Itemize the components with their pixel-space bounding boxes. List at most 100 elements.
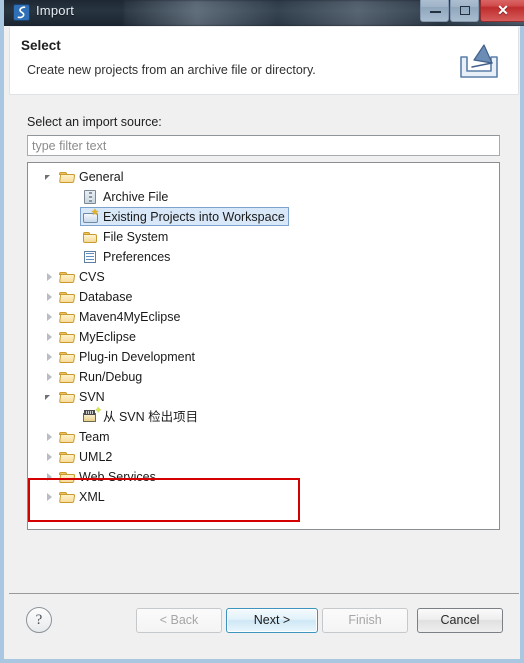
tree-item[interactable]: Maven4MyEclipse: [28, 307, 180, 327]
tree-item[interactable]: SVN: [28, 387, 105, 407]
next-button[interactable]: Next >: [226, 608, 318, 633]
svn-checkout-icon: ✦: [82, 406, 102, 425]
tree-twistie[interactable]: [42, 327, 58, 347]
tree-item-label: Preferences: [103, 250, 171, 264]
tree-twistie[interactable]: [66, 187, 82, 207]
help-icon[interactable]: ?: [26, 607, 52, 633]
chevron-right-icon: [47, 273, 52, 281]
tree-item-label: Archive File: [103, 190, 169, 204]
tree-twistie[interactable]: [42, 367, 58, 387]
chevron-right-icon: [47, 453, 52, 461]
folder-open-icon: [58, 369, 76, 385]
tree-item[interactable]: Existing Projects into Workspace: [28, 207, 289, 227]
tree-item-label: Run/Debug: [79, 370, 143, 384]
tree-item[interactable]: Team: [28, 427, 110, 447]
tree-item[interactable]: Database: [28, 287, 133, 307]
tree-item[interactable]: Preferences: [28, 247, 170, 267]
tree-item-label: File System: [103, 230, 169, 244]
tree-twistie[interactable]: [42, 287, 58, 307]
tree-item[interactable]: Plug-in Development: [28, 347, 195, 367]
back-button[interactable]: < Back: [136, 608, 222, 633]
chevron-right-icon: [47, 293, 52, 301]
title-bar: Import ✕: [4, 0, 524, 26]
tree-item-label: Team: [79, 430, 110, 444]
dialog-banner: Select Create new projects from an archi…: [9, 27, 519, 95]
eclipse-import-icon: [13, 4, 30, 21]
folder-open-icon: [58, 469, 76, 485]
page-description: Create new projects from an archive file…: [27, 63, 316, 77]
project-folder-icon: [82, 208, 100, 225]
tree-item-label: SVN: [79, 390, 105, 404]
tree-item-label: Web Services: [79, 470, 156, 484]
folder-open-icon: [58, 309, 76, 325]
tree-twistie[interactable]: [42, 267, 58, 287]
window-controls: ✕: [419, 0, 524, 22]
folder-open-icon: [58, 169, 76, 185]
tree-item-label: MyEclipse: [79, 330, 136, 344]
tree-twistie[interactable]: [42, 167, 58, 187]
close-icon: ✕: [497, 2, 509, 18]
tree-twistie[interactable]: [42, 467, 58, 487]
folder-open-icon: [58, 269, 76, 285]
tree-item-label: Existing Projects into Workspace: [103, 210, 285, 224]
dialog-footer: ? < Back Next > Finish Cancel: [9, 594, 519, 658]
tree-twistie[interactable]: [42, 487, 58, 507]
folder-open-icon: [58, 449, 76, 465]
import-source-tree[interactable]: General Archive File Existing Projects int…: [27, 162, 500, 530]
tree-item[interactable]: File System: [28, 227, 168, 247]
maximize-button[interactable]: [450, 0, 479, 22]
tree-item-label: General: [79, 170, 124, 184]
tree-twistie[interactable]: [66, 227, 82, 247]
finish-button[interactable]: Finish: [322, 608, 408, 633]
tree-item[interactable]: XML: [28, 487, 105, 507]
dialog-body: Select an import source: General Archive …: [9, 95, 519, 593]
archive-file-icon: [82, 189, 100, 205]
tree-twistie[interactable]: [42, 307, 58, 327]
tree-twistie[interactable]: [66, 207, 82, 227]
import-arrow-icon: [460, 44, 498, 78]
tree-item[interactable]: Archive File: [28, 187, 168, 207]
tree-twistie[interactable]: [42, 447, 58, 467]
tree-item[interactable]: MyEclipse: [28, 327, 136, 347]
folder-open-icon: [58, 349, 76, 365]
filter-input[interactable]: [27, 135, 500, 156]
folder-open-icon: [58, 289, 76, 305]
tree-twistie[interactable]: [66, 247, 82, 267]
import-dialog: Import ✕ Select Create new projects from…: [0, 0, 524, 663]
tree-item[interactable]: Run/Debug: [28, 367, 142, 387]
folder-open-icon: [58, 429, 76, 445]
tree-item[interactable]: Web Services: [28, 467, 156, 487]
cancel-button[interactable]: Cancel: [417, 608, 503, 633]
chevron-right-icon: [47, 333, 52, 341]
tree-item[interactable]: ✦ 从 SVN 检出项目: [28, 406, 199, 427]
tree-twistie[interactable]: [42, 427, 58, 447]
import-source-label: Select an import source:: [27, 115, 162, 129]
tree-rows-container: General Archive File Existing Projects int…: [28, 163, 499, 529]
window-title: Import: [36, 3, 75, 18]
tree-item[interactable]: CVS: [28, 267, 105, 287]
tree-item[interactable]: UML2: [28, 447, 112, 467]
folder-open-icon: [58, 489, 76, 505]
tree-twistie[interactable]: [42, 347, 58, 367]
maximize-icon: [460, 6, 470, 15]
tree-item[interactable]: General: [28, 167, 123, 187]
tree-twistie[interactable]: [42, 387, 58, 407]
tree-item-label: Plug-in Development: [79, 350, 196, 364]
tree-item-label: XML: [79, 490, 105, 504]
chevron-down-icon: [45, 175, 50, 180]
tree-item-label: 从 SVN 检出项目: [103, 410, 199, 424]
folder-closed-icon: [82, 229, 100, 245]
close-button[interactable]: ✕: [480, 0, 524, 22]
chevron-right-icon: [47, 353, 52, 361]
tree-twistie[interactable]: [66, 407, 82, 427]
chevron-right-icon: [47, 493, 52, 501]
folder-open-icon: [58, 389, 76, 405]
page-title: Select: [21, 38, 61, 53]
chevron-right-icon: [47, 313, 52, 321]
tree-item-label: Database: [79, 290, 133, 304]
tree-item-label: UML2: [79, 450, 113, 464]
tree-item-label: CVS: [79, 270, 105, 284]
folder-open-icon: [58, 329, 76, 345]
preferences-icon: [82, 249, 100, 265]
minimize-button[interactable]: [420, 0, 449, 22]
